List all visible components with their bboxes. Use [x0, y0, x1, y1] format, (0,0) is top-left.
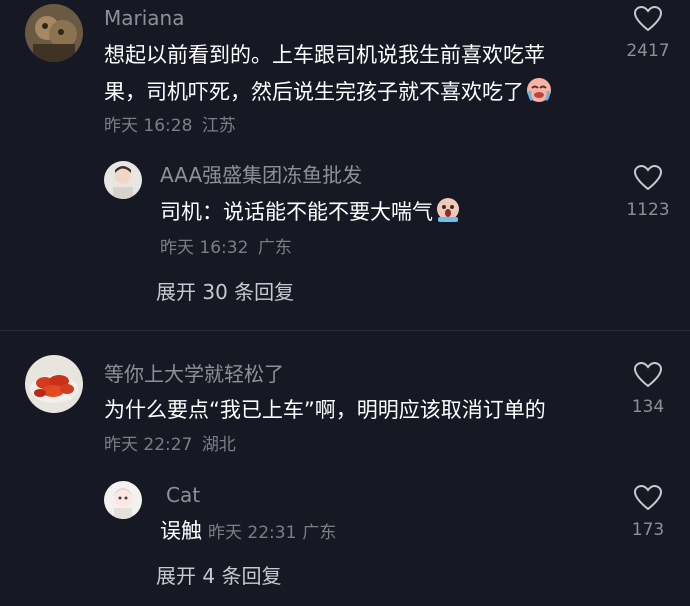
comment-username[interactable]: Mariana	[104, 6, 184, 30]
comment-item: 等你上大学就轻松了 为什么要点“我已上车”啊，明明应该取消订单的 昨天 22:2…	[0, 330, 690, 606]
comment-location: 湖北	[201, 435, 236, 455]
comment-item: Mariana 想起以前看到的。上车跟司机说我生前喜欢吃苹 果，司机吓死，然后说…	[0, 0, 690, 330]
reply-text-content: 司机：说话能不能不要大喘气	[160, 200, 433, 224]
reply-meta: 昨天 16:32 广东	[160, 237, 296, 259]
comment-text-line: 想起以前看到的。上车跟司机说我生前喜欢吃苹	[104, 43, 545, 67]
comment-text-line-content: 果，司机吓死，然后说生完孩子就不喜欢吃了	[104, 80, 524, 104]
reply-like-button[interactable]: 1123	[618, 165, 678, 221]
like-count: 1123	[626, 200, 670, 220]
comment-text: 为什么要点“我已上车”啊，明明应该取消订单的	[104, 398, 546, 422]
comment-date: 昨天 22:27	[104, 435, 193, 455]
comment-text-line: 果，司机吓死，然后说生完孩子就不喜欢吃了	[104, 74, 552, 114]
anime-avatar-image	[104, 481, 142, 519]
crayfish-avatar-image	[25, 355, 83, 413]
reply-location: 广东	[257, 238, 292, 258]
heart-outline-icon[interactable]	[634, 165, 662, 191]
reply-username[interactable]: AAA强盛集团冻鱼批发	[160, 163, 362, 187]
comment-meta: 昨天 16:28 江苏	[104, 115, 240, 137]
like-count: 173	[631, 520, 665, 540]
like-button[interactable]: 134	[618, 362, 678, 418]
crying-laughing-emoji	[526, 77, 552, 114]
avatar[interactable]	[25, 355, 83, 413]
heart-outline-icon[interactable]	[634, 6, 662, 32]
expand-replies-button[interactable]: 展开 4 条回复	[156, 563, 281, 589]
reply-date: 昨天 16:32	[160, 238, 249, 258]
avatar[interactable]	[25, 4, 83, 62]
reply-text-content: 误触	[160, 519, 202, 543]
comment-username[interactable]: 等你上大学就轻松了	[104, 362, 284, 386]
expand-replies-button[interactable]: 展开 30 条回复	[156, 279, 294, 305]
heart-outline-icon[interactable]	[634, 485, 662, 511]
reply-text: 司机：说话能不能不要大喘气	[160, 194, 461, 234]
reply-avatar[interactable]	[104, 481, 142, 519]
reply-like-button[interactable]: 173	[618, 485, 678, 541]
comment-meta: 昨天 22:27 湖北	[104, 434, 240, 456]
reply-username[interactable]: Cat	[166, 483, 200, 507]
comment-location: 江苏	[201, 116, 236, 136]
like-count: 2417	[626, 41, 670, 61]
reply-avatar[interactable]	[104, 161, 142, 199]
reply-location: 广东	[302, 523, 337, 543]
comment-date: 昨天 16:28	[104, 116, 193, 136]
person-avatar-image	[104, 161, 142, 199]
shocked-emoji	[435, 197, 461, 234]
like-button[interactable]: 2417	[618, 6, 678, 62]
heart-outline-icon[interactable]	[634, 362, 662, 388]
reply-text: 误触 昨天 22:31 广东	[160, 513, 336, 551]
reply-date: 昨天 22:31	[208, 523, 297, 543]
like-count: 134	[631, 397, 665, 417]
cat-avatar-image	[25, 4, 83, 62]
